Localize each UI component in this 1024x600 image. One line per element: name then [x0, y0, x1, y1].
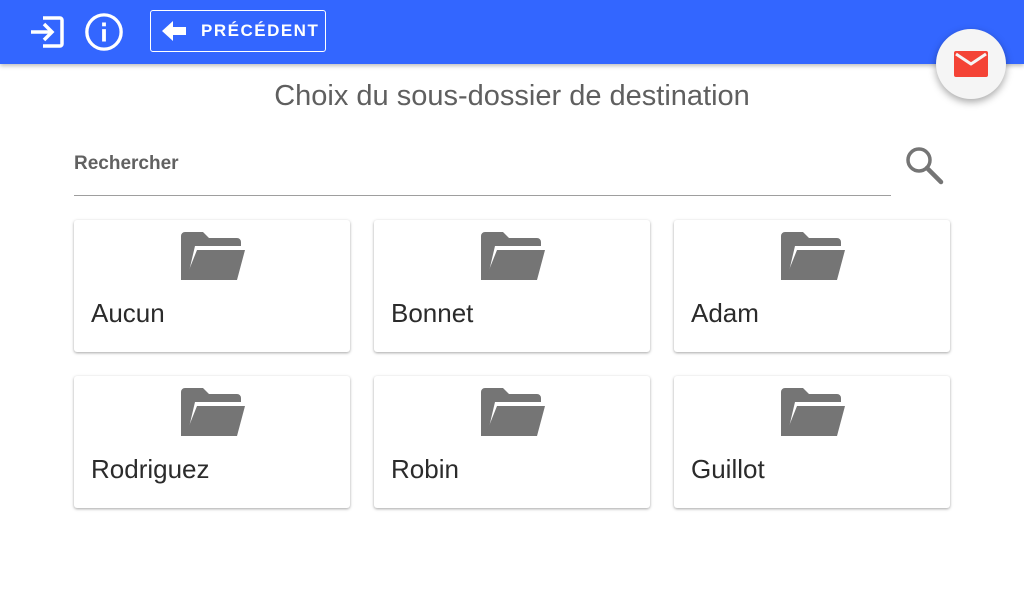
- folder-card[interactable]: Rodriguez: [74, 376, 350, 508]
- folder-name: Guillot: [691, 454, 765, 484]
- back-button-label: PRÉCÉDENT: [201, 21, 320, 40]
- back-button[interactable]: PRÉCÉDENT: [150, 10, 326, 52]
- folder-name: Rodriguez: [91, 454, 210, 484]
- folder-card[interactable]: Robin: [374, 376, 650, 508]
- search-field: [74, 138, 891, 196]
- folder-card[interactable]: Aucun: [74, 220, 350, 352]
- folder-open-icon: [781, 388, 845, 436]
- folder-open-icon: [181, 388, 245, 436]
- folder-open-icon: [481, 232, 545, 280]
- folder-name: Robin: [391, 454, 459, 484]
- folder-card[interactable]: Guillot: [674, 376, 950, 508]
- folder-open-icon: [781, 232, 845, 280]
- mail-button[interactable]: [936, 29, 1006, 99]
- search-button[interactable]: [902, 143, 946, 187]
- arrow-left-icon: [161, 20, 187, 42]
- search-input[interactable]: [74, 150, 874, 178]
- top-app-bar: PRÉCÉDENT: [0, 0, 1024, 64]
- page-title: Choix du sous-dossier de destination: [274, 80, 750, 112]
- logout-icon: [31, 16, 64, 48]
- mail-icon: [954, 51, 988, 77]
- folder-name: Adam: [691, 298, 759, 328]
- info-icon: [85, 13, 123, 51]
- folder-card[interactable]: Bonnet: [374, 220, 650, 352]
- search-icon: [906, 147, 944, 185]
- folder-card[interactable]: Adam: [674, 220, 950, 352]
- folder-open-icon: [181, 232, 245, 280]
- folder-name: Aucun: [91, 298, 165, 328]
- info-button[interactable]: [84, 12, 124, 52]
- folder-open-icon: [481, 388, 545, 436]
- logout-button[interactable]: [27, 12, 67, 52]
- folder-name: Bonnet: [391, 298, 474, 328]
